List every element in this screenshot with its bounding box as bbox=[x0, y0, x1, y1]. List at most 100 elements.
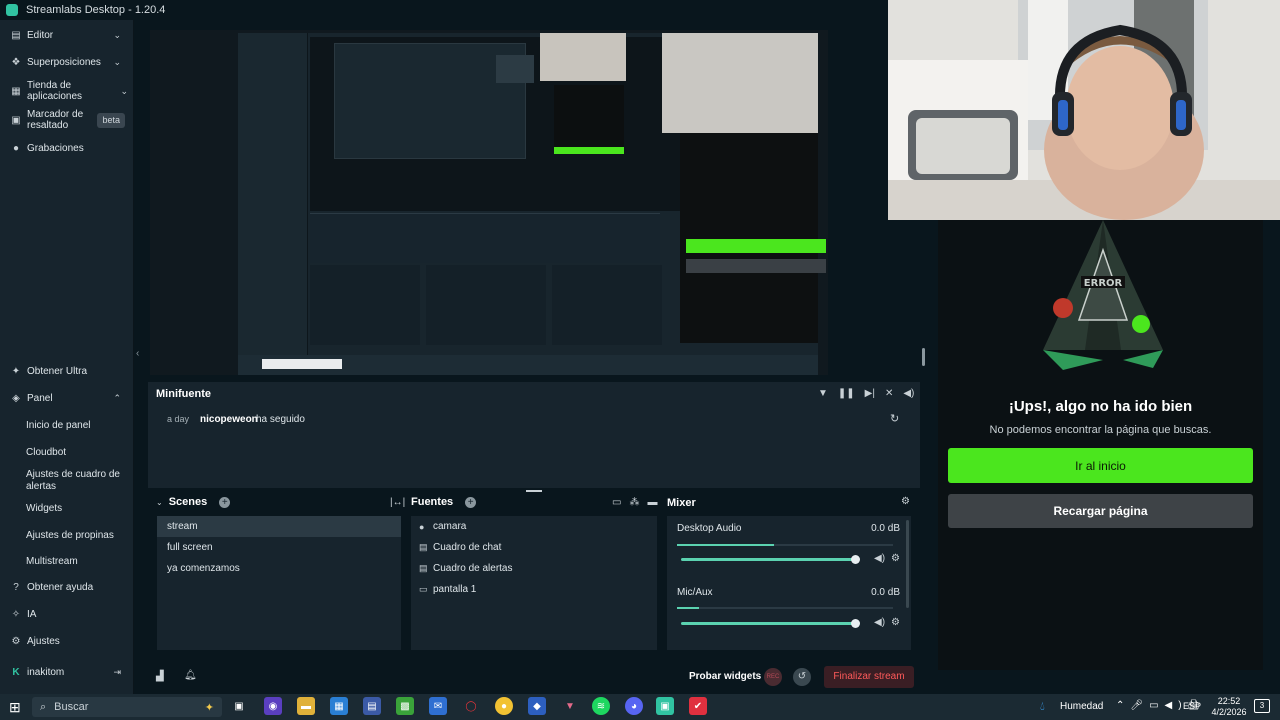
pause-icon[interactable]: ❚❚ bbox=[838, 388, 855, 399]
sidebar-sub-cloudbot[interactable]: Cloudbot bbox=[26, 447, 66, 458]
sidebar-item-ia[interactable]: ✧ IA bbox=[10, 609, 125, 620]
scenes-title: Scenes bbox=[168, 496, 208, 508]
chevron-down-icon[interactable]: ⌄ bbox=[113, 57, 121, 68]
app-icon[interactable]: ◆ bbox=[528, 697, 546, 715]
spotify-icon[interactable]: ≋ bbox=[592, 697, 610, 715]
windows-start-icon[interactable]: ⊞ bbox=[9, 699, 21, 716]
clock-date[interactable]: 4/2/2026 bbox=[1207, 707, 1251, 717]
gear-icon[interactable]: ⚙ bbox=[891, 617, 900, 628]
cast-icon[interactable]: ▭ bbox=[612, 497, 621, 508]
end-stream-button[interactable]: Finalizar stream bbox=[824, 666, 914, 688]
drag-handle[interactable] bbox=[526, 490, 542, 492]
layers-icon: ❖ bbox=[11, 57, 21, 68]
discord-icon[interactable]: ◕ bbox=[625, 697, 643, 715]
chevron-down-icon[interactable]: ⌄ bbox=[120, 86, 128, 97]
gear-icon[interactable]: ⚙ bbox=[891, 553, 900, 564]
sidebar-sub-widgets[interactable]: Widgets bbox=[26, 503, 62, 514]
store-icon[interactable]: ▦ bbox=[330, 697, 348, 715]
weather-label[interactable]: Humedad bbox=[1060, 701, 1103, 712]
source-item[interactable]: ▭ pantalla 1 bbox=[411, 579, 657, 600]
file-explorer-icon[interactable]: ▬ bbox=[297, 697, 315, 715]
sidebar-user[interactable]: K inakitom ⇥ bbox=[10, 667, 125, 678]
scene-item[interactable]: ya comenzamos bbox=[157, 558, 401, 579]
add-scene-icon[interactable]: + bbox=[219, 496, 231, 508]
scrollbar[interactable] bbox=[906, 520, 909, 608]
notifications-icon[interactable]: 3 bbox=[1254, 699, 1270, 713]
resize-handle[interactable] bbox=[922, 348, 925, 366]
sidebar-sub-propinas[interactable]: Ajustes de propinas bbox=[26, 530, 114, 541]
logout-icon[interactable]: ⇥ bbox=[113, 667, 121, 678]
rec-button[interactable]: REC bbox=[764, 668, 782, 686]
chevron-up-icon[interactable]: ⌃ bbox=[113, 393, 121, 404]
minifeed-title: Minifuente bbox=[156, 388, 211, 400]
scene-item[interactable]: stream bbox=[157, 516, 401, 537]
stats-icon[interactable]: ▟ bbox=[156, 671, 164, 682]
test-widgets-label[interactable]: Probar widgets bbox=[689, 671, 761, 682]
group-icon[interactable]: ⁂ bbox=[629, 497, 639, 508]
collapse-sidebar-icon[interactable]: ‹ bbox=[136, 348, 139, 359]
volume-icon[interactable]: ◀) bbox=[874, 617, 885, 628]
volume-slider-knob[interactable] bbox=[851, 555, 860, 564]
bell-icon[interactable]: 🔔︎ bbox=[184, 670, 197, 681]
sidebar-item-editor[interactable]: ▤ Editor ⌄ bbox=[10, 30, 125, 41]
stream-preview[interactable] bbox=[146, 20, 932, 375]
volume-slider-knob[interactable] bbox=[851, 619, 860, 628]
reload-page-button[interactable]: Recargar página bbox=[948, 494, 1253, 528]
language-label[interactable]: ESP bbox=[1183, 701, 1201, 711]
webcam-feed bbox=[888, 0, 1280, 220]
drag-handle-icon[interactable] bbox=[146, 354, 154, 364]
sidebar-sub-multistream[interactable]: Multistream bbox=[26, 556, 78, 567]
window-title: Streamlabs Desktop - 1.20.4 bbox=[26, 4, 166, 16]
sources-header: Fuentes + bbox=[411, 496, 477, 508]
volume-slider[interactable] bbox=[681, 622, 855, 625]
mixer-title: Mixer bbox=[667, 497, 696, 509]
refresh-icon[interactable]: ↻ bbox=[890, 412, 899, 425]
mail-icon[interactable]: ✉ bbox=[429, 697, 447, 715]
source-item[interactable]: ▤ Cuadro de chat bbox=[411, 537, 657, 558]
volume-icon[interactable]: ◀) bbox=[874, 553, 885, 564]
app-icon[interactable]: ▤ bbox=[363, 697, 381, 715]
add-source-icon[interactable]: + bbox=[465, 496, 477, 508]
replay-buffer-icon[interactable]: ↺ bbox=[793, 668, 811, 686]
mixer-settings-icon[interactable]: ⚙ bbox=[901, 496, 910, 507]
chevron-down-icon[interactable]: ⌄ bbox=[113, 30, 121, 41]
copilot-icon[interactable]: ◉ bbox=[264, 697, 282, 715]
app-icon[interactable]: ✔ bbox=[689, 697, 707, 715]
streamlabs-icon[interactable]: ▣ bbox=[656, 697, 674, 715]
sidebar-item-grabaciones[interactable]: ● Grabaciones bbox=[10, 143, 125, 154]
mixer-channel-db: 0.0 dB bbox=[871, 523, 900, 534]
clock-time[interactable]: 22:52 bbox=[1211, 696, 1247, 706]
sidebar-item-label: Ajustes bbox=[27, 636, 60, 647]
webcam-icon: ● bbox=[419, 521, 425, 532]
opera-icon[interactable]: ◯ bbox=[462, 697, 480, 715]
source-label: Cuadro de chat bbox=[433, 542, 502, 553]
mixer-channel-db: 0.0 dB bbox=[871, 587, 900, 598]
source-item[interactable]: ● camara bbox=[411, 516, 657, 537]
source-item[interactable]: ▤ Cuadro de alertas bbox=[411, 558, 657, 579]
volume-slider[interactable] bbox=[681, 558, 855, 561]
minecraft-icon[interactable]: ▩ bbox=[396, 697, 414, 715]
volume-icon[interactable]: ◀) bbox=[903, 388, 914, 399]
chevron-down-icon[interactable]: ⌄ bbox=[156, 498, 163, 507]
search-icon: ⌕ bbox=[40, 700, 47, 713]
sidebar-item-tienda[interactable]: ▦ Tienda de aplicaciones ⌄ bbox=[10, 80, 128, 102]
scene-item[interactable]: full screen bbox=[157, 537, 401, 558]
sidebar-sub-alertas[interactable]: Ajustes de cuadro de alertas bbox=[26, 469, 126, 493]
folder-icon[interactable]: ▬ bbox=[647, 497, 657, 508]
sidebar-sub-inicio[interactable]: Inicio de panel bbox=[26, 420, 91, 431]
sidebar-item-marcador[interactable]: ▣ Marcador de resaltado beta bbox=[10, 109, 125, 131]
app-icon[interactable]: ▼ bbox=[561, 697, 579, 715]
sidebar-item-ajustes[interactable]: ⚙ Ajustes bbox=[10, 636, 125, 647]
skip-icon[interactable]: ▶| bbox=[865, 388, 875, 399]
scene-transitions-icon[interactable]: |↔| bbox=[390, 497, 405, 508]
sidebar-item-obtener-ultra[interactable]: ✦ Obtener Ultra bbox=[10, 366, 125, 377]
mute-alerts-icon[interactable]: ✕ bbox=[885, 388, 893, 399]
sidebar-item-obtener-ayuda[interactable]: ? Obtener ayuda bbox=[10, 582, 125, 593]
taskbar-search[interactable]: ⌕ Buscar ✦ bbox=[32, 697, 222, 717]
sidebar-item-superposiciones[interactable]: ❖ Superposiciones ⌄ bbox=[10, 57, 125, 68]
chrome-icon[interactable]: ● bbox=[495, 697, 513, 715]
task-view-icon[interactable]: ▣ bbox=[230, 697, 248, 715]
filter-icon[interactable]: ▼ bbox=[818, 388, 828, 399]
sidebar-item-panel[interactable]: ◈ Panel ⌃ bbox=[10, 393, 125, 404]
go-home-button[interactable]: Ir al inicio bbox=[948, 448, 1253, 483]
